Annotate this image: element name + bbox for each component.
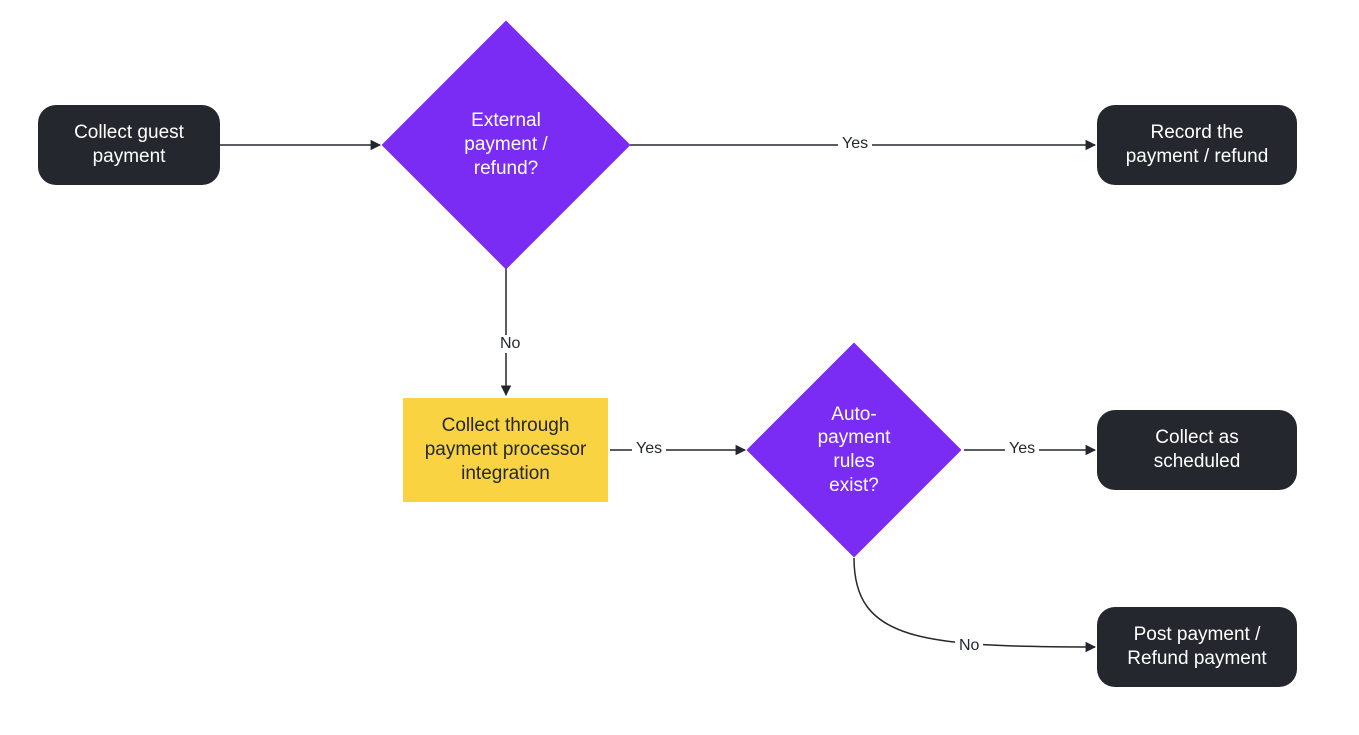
node-label: Post payment /Refund payment — [1127, 623, 1266, 671]
node-collect-as-scheduled: Collect asscheduled — [1097, 410, 1297, 490]
edge-label-d1-yes: Yes — [838, 135, 872, 153]
node-label: Collect throughpayment processorintegrat… — [425, 414, 587, 485]
node-label: Record thepayment / refund — [1126, 121, 1269, 169]
edge-label-d2-yes: Yes — [1005, 440, 1039, 458]
node-collect-guest-payment: Collect guestpayment — [38, 105, 220, 185]
edge-label-d1-no: No — [496, 335, 524, 353]
flowchart-canvas: Collect guestpayment Externalpayment /re… — [0, 0, 1359, 735]
node-record-payment-refund: Record thepayment / refund — [1097, 105, 1297, 185]
node-label: Externalpayment /refund? — [418, 57, 594, 233]
node-collect-through-processor: Collect throughpayment processorintegrat… — [403, 398, 608, 502]
edge-d2-no — [854, 558, 1095, 647]
node-external-payment-decision: Externalpayment /refund? — [418, 57, 594, 233]
node-label: Auto-paymentrulesexist? — [778, 374, 930, 526]
node-label: Collect guestpayment — [74, 121, 184, 169]
node-label: Collect asscheduled — [1154, 426, 1241, 474]
node-post-refund-payment: Post payment /Refund payment — [1097, 607, 1297, 687]
edge-label-process-yes: Yes — [632, 440, 666, 458]
node-auto-payment-rules-decision: Auto-paymentrulesexist? — [778, 374, 930, 526]
edge-label-d2-no: No — [955, 637, 983, 655]
